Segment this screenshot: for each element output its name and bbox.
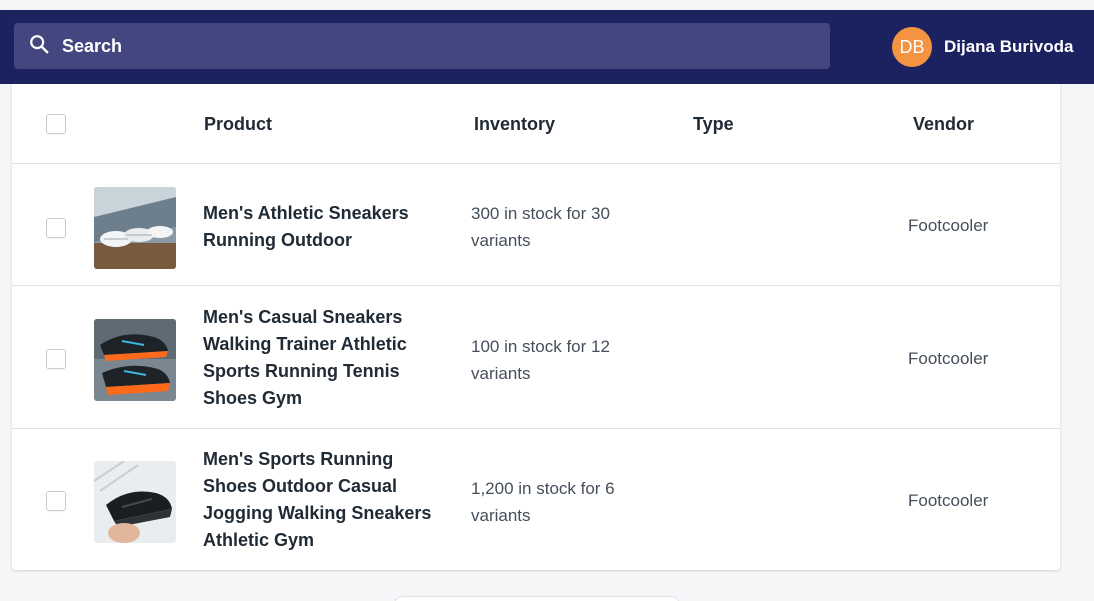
table-row[interactable]: Men's Sports Running Shoes Outdoor Casua… xyxy=(12,429,1060,570)
product-name[interactable]: Men's Athletic Sneakers Running Outdoor xyxy=(203,200,433,254)
header-product: Product xyxy=(204,114,273,134)
product-name[interactable]: Men's Sports Running Shoes Outdoor Casua… xyxy=(203,446,433,554)
search-field[interactable]: Search xyxy=(14,23,830,69)
table-header: Product Inventory Type Vendor xyxy=(12,84,1060,164)
product-name[interactable]: Men's Casual Sneakers Walking Trainer At… xyxy=(203,304,433,412)
user-name: Dijana Burivoda xyxy=(944,37,1074,56)
product-thumbnail[interactable] xyxy=(94,461,176,543)
row-checkbox[interactable] xyxy=(46,491,66,511)
top-bar: Search DB Dijana Burivoda xyxy=(0,10,1094,84)
avatar: DB xyxy=(892,27,932,67)
table-row[interactable]: Men's Athletic Sneakers Running Outdoor … xyxy=(12,164,1060,286)
products-table: Product Inventory Type Vendor Men's Athl… xyxy=(12,84,1060,570)
row-checkbox[interactable] xyxy=(46,218,66,238)
row-checkbox[interactable] xyxy=(46,349,66,369)
search-icon xyxy=(28,33,50,60)
table-row[interactable]: Men's Casual Sneakers Walking Trainer At… xyxy=(12,286,1060,429)
vendor-value: Footcooler xyxy=(908,216,989,235)
header-vendor: Vendor xyxy=(913,114,975,134)
pagination[interactable] xyxy=(392,596,682,601)
vendor-value: Footcooler xyxy=(908,491,989,510)
select-all-checkbox[interactable] xyxy=(46,114,66,134)
header-inventory: Inventory xyxy=(474,114,556,134)
vendor-value: Footcooler xyxy=(908,349,989,368)
user-menu[interactable]: DB Dijana Burivoda xyxy=(892,27,1074,67)
product-thumbnail[interactable] xyxy=(94,187,176,269)
search-placeholder: Search xyxy=(62,35,123,56)
header-type: Type xyxy=(693,114,734,134)
inventory-value: 100 in stock for 12 variants xyxy=(471,337,610,383)
inventory-value: 300 in stock for 30 variants xyxy=(471,204,610,250)
product-thumbnail[interactable] xyxy=(94,319,176,401)
inventory-value: 1,200 in stock for 6 variants xyxy=(471,479,615,525)
